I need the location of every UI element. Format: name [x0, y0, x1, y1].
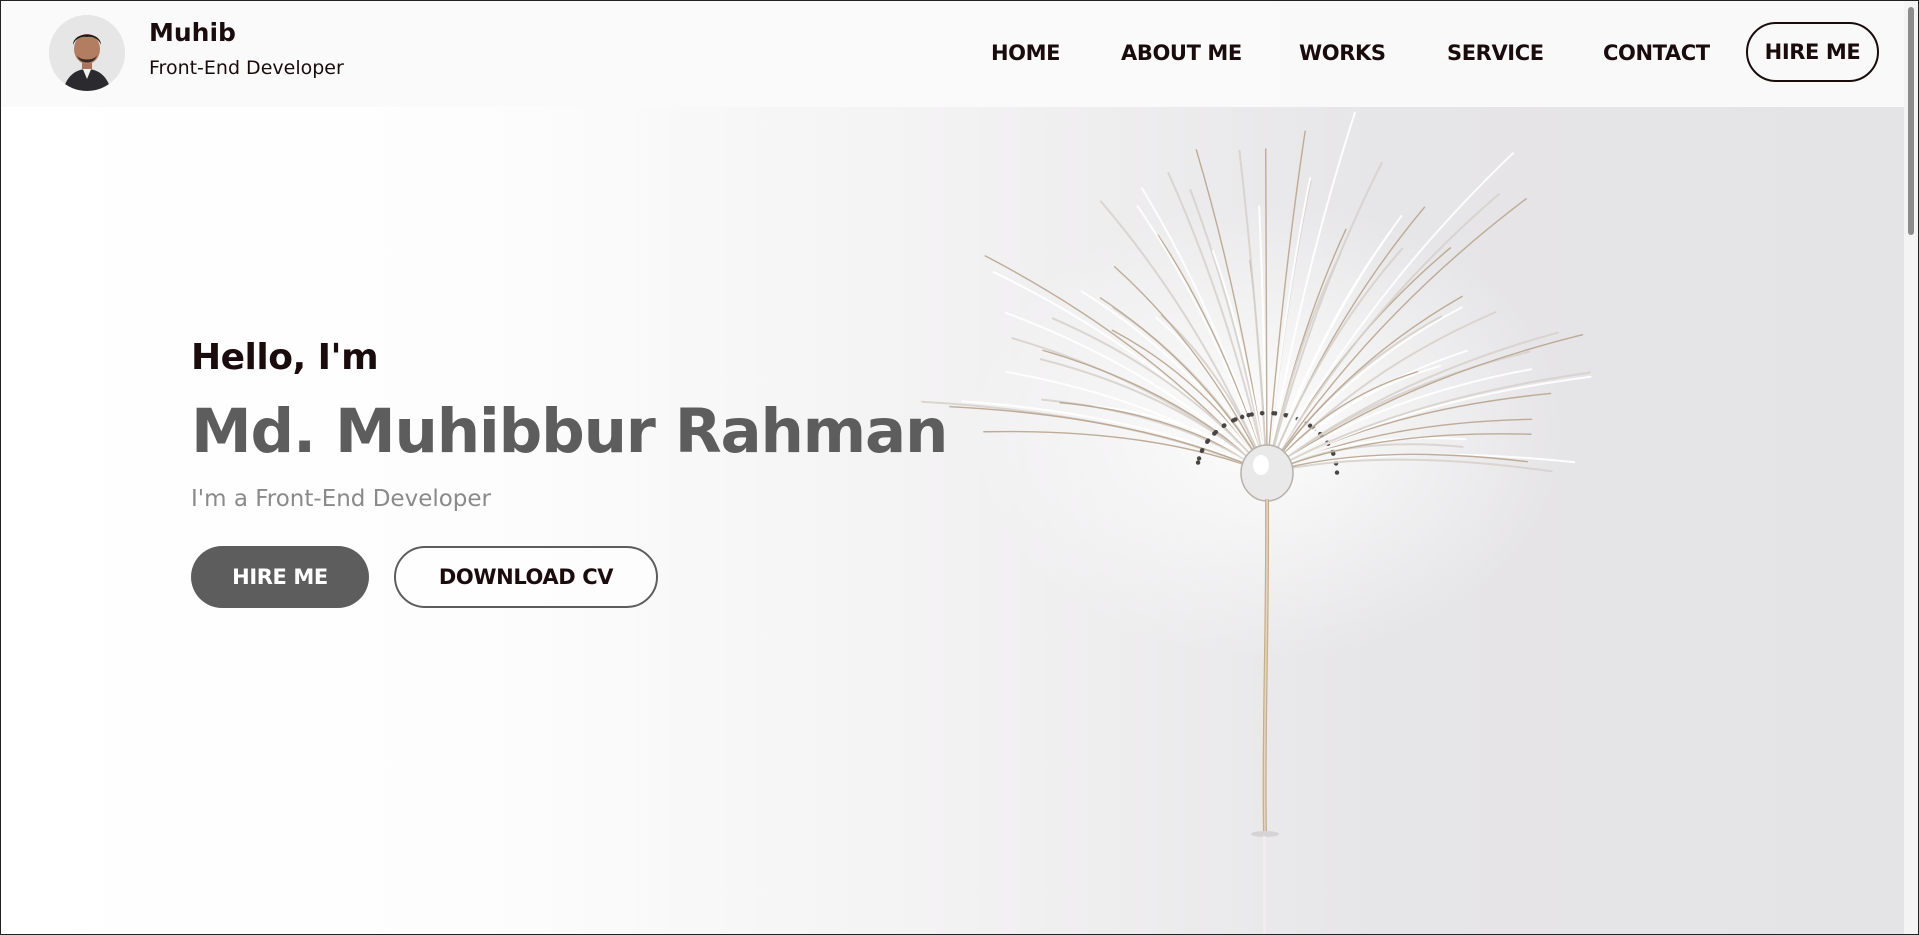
- nav-item-service[interactable]: SERVICE: [1447, 41, 1544, 65]
- nav-item-works[interactable]: WORKS: [1299, 41, 1386, 65]
- browser-viewport: Muhib Front-End Developer HOME ABOUT ME …: [0, 0, 1919, 935]
- water-droplet: [1221, 423, 1226, 429]
- page-scrollbar[interactable]: [1904, 1, 1918, 934]
- water-droplet: [1200, 447, 1205, 453]
- water-droplet: [1259, 410, 1265, 416]
- water-droplet: [1205, 439, 1210, 444]
- nav-item-contact[interactable]: CONTACT: [1603, 41, 1710, 65]
- scrollbar-thumb[interactable]: [1908, 7, 1914, 235]
- site-header: Muhib Front-End Developer HOME ABOUT ME …: [1, 1, 1904, 107]
- nav-item-home[interactable]: HOME: [991, 41, 1060, 65]
- dandelion-image: [921, 111, 1592, 934]
- water-droplet: [1233, 417, 1238, 422]
- hire-me-button[interactable]: HIRE ME: [191, 546, 369, 608]
- download-cv-button[interactable]: DOWNLOAD CV: [394, 546, 658, 608]
- water-droplet: [1271, 411, 1276, 416]
- water-droplet: [1240, 414, 1245, 420]
- hero-name: Md. Muhibbur Rahman: [191, 396, 948, 467]
- nav-item-about-me[interactable]: ABOUT ME: [1121, 41, 1242, 65]
- water-droplet: [1334, 470, 1340, 475]
- hero-greeting: Hello, I'm: [191, 337, 379, 378]
- water-droplet: [1249, 412, 1254, 417]
- header-hire-me-button[interactable]: HIRE ME: [1746, 22, 1879, 82]
- water-droplet: [1196, 456, 1202, 461]
- hero-role: I'm a Front-End Developer: [191, 486, 492, 512]
- water-droplet: [1195, 460, 1201, 465]
- main-nav: HOME ABOUT ME WORKS SERVICE CONTACT HIRE…: [1, 1, 1904, 107]
- water-droplet: [1212, 431, 1217, 436]
